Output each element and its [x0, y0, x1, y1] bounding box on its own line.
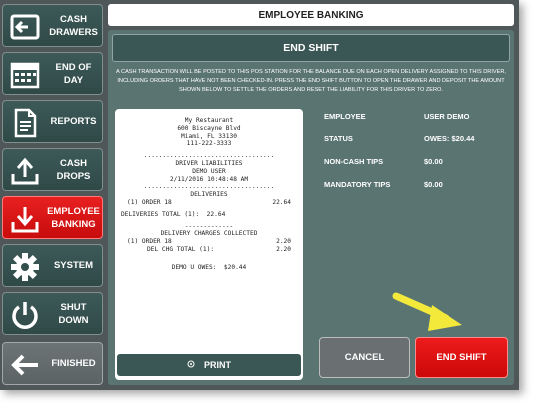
- detail-value: USER DEMO: [424, 112, 470, 121]
- receipt-title: DRIVER LIABILITIES: [175, 159, 243, 167]
- receipt-separator: ...................................: [143, 152, 275, 160]
- detail-key: EMPLOYEE: [324, 112, 366, 121]
- receipt-charge-order-amount: 2.20: [276, 238, 291, 246]
- receipt-address: 600 Biscayne Blvd: [177, 124, 241, 132]
- detail-value: $0.00: [424, 157, 443, 166]
- receipt-spacer: [115, 254, 303, 264]
- receipt-deliveries-total: DELIVERIES TOTAL (1): 22.64: [121, 210, 226, 218]
- sidebar-item-label: END OF DAY: [55, 61, 92, 86]
- receipt-order-line: (1) ORDER 18: [127, 198, 172, 206]
- receipt-phone: 111-222-3333: [186, 140, 232, 148]
- receipt-card: My Restaurant 600 Biscayne Blvd Miami, F…: [115, 109, 303, 380]
- sidebar-item-shut-down[interactable]: SHUT DOWN: [2, 292, 103, 335]
- sidebar-item-end-of-day[interactable]: END OF DAY: [2, 52, 103, 95]
- detail-row-status: STATUS OWES: $20.44: [324, 134, 514, 146]
- receipt-charge-detail: DEL CHG TOTAL (1):: [147, 245, 215, 253]
- receipt-charges-heading: DELIVERY CHARGES COLLECTED: [160, 230, 258, 238]
- receipt-order-amount: 22.64: [272, 198, 291, 206]
- detail-key: STATUS: [324, 134, 353, 143]
- sidebar-item-label: REPORTS: [50, 116, 97, 127]
- receipt-separator: ...................................: [143, 183, 275, 191]
- upload-tray-icon: [6, 152, 43, 189]
- sidebar-item-label: SHUT DOWN: [58, 301, 89, 326]
- arrow-left-icon: [6, 346, 43, 383]
- gear-icon: [6, 248, 43, 285]
- download-tray-icon: [6, 200, 43, 237]
- receipt-city: Miami, FL 33130: [181, 132, 237, 140]
- detail-value: $0.00: [424, 180, 443, 189]
- end-shift-button[interactable]: END SHIFT: [415, 337, 508, 378]
- receipt-user: DEMO USER: [192, 167, 226, 175]
- detail-key: MANDATORY TIPS: [324, 180, 391, 189]
- receipt-charge-row: (1) ORDER 18 2.20: [115, 238, 303, 246]
- receipt-charge-detail-row: DEL CHG TOTAL (1): 2.20: [115, 246, 303, 254]
- detail-row-mandatory-tips: MANDATORY TIPS $0.00: [324, 180, 514, 192]
- receipt-charge-order-line: (1) ORDER 18: [127, 238, 172, 246]
- sidebar-item-label: EMPLOYEE BANKING: [47, 205, 100, 230]
- sidebar-item-employee-banking[interactable]: EMPLOYEE BANKING: [2, 196, 103, 239]
- sidebar-item-finished[interactable]: FINISHED: [2, 342, 103, 385]
- sidebar-item-cash-drawers[interactable]: CASH DRAWERS: [2, 4, 103, 47]
- printer-icon: [187, 360, 195, 370]
- receipt-owes-line: DEMO U OWES: $20.44: [171, 263, 247, 271]
- page-title: EMPLOYEE BANKING: [108, 4, 514, 26]
- sidebar-item-cash-drops[interactable]: CASH DROPS: [2, 148, 103, 191]
- cash-drawers-icon: [6, 8, 43, 45]
- sidebar-item-label: FINISHED: [51, 358, 96, 369]
- sidebar-item-label: CASH DROPS: [56, 157, 91, 182]
- calendar-icon: [6, 56, 43, 93]
- receipt-deliveries-heading: DELIVERIES: [190, 191, 228, 199]
- receipt-order-row: (1) ORDER 18 22.64: [115, 199, 303, 207]
- detail-row-non-cash-tips: NON-CASH TIPS $0.00: [324, 157, 514, 169]
- receipt-charge-detail-amount: 2.20: [276, 245, 291, 253]
- document-icon: [6, 104, 43, 141]
- receipt-short-separator: -------------: [184, 222, 234, 230]
- detail-key: NON-CASH TIPS: [324, 157, 384, 166]
- section-heading: END SHIFT: [112, 34, 510, 62]
- sidebar-item-system[interactable]: SYSTEM: [2, 244, 103, 287]
- main-panel: END SHIFT A cash transaction will be pos…: [108, 30, 514, 385]
- detail-row-employee: EMPLOYEE USER DEMO: [324, 112, 514, 124]
- receipt-restaurant: My Restaurant: [184, 117, 234, 124]
- sidebar-item-label: CASH DRAWERS: [49, 13, 98, 38]
- sidebar-item-reports[interactable]: REPORTS: [2, 100, 103, 143]
- receipt-text: My Restaurant 600 Biscayne Blvd Miami, F…: [115, 117, 303, 272]
- print-button-label: PRINT: [204, 360, 231, 370]
- cancel-button[interactable]: CANCEL: [319, 337, 410, 378]
- instructions-text: A cash transaction will be posted to thi…: [116, 69, 506, 93]
- sidebar-item-label: SYSTEM: [53, 260, 94, 271]
- receipt-datetime: 2/11/2016 10:48:48 AM: [169, 175, 249, 183]
- detail-value: OWES: $20.44: [424, 134, 475, 143]
- power-icon: [6, 296, 43, 333]
- print-button[interactable]: PRINT: [117, 354, 301, 376]
